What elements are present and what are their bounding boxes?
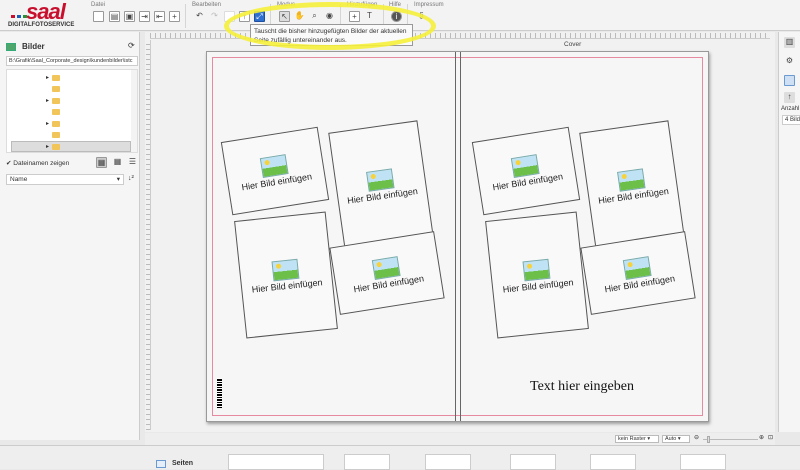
- zoom-out-icon[interactable]: ⊖: [694, 434, 699, 441]
- undo-icon[interactable]: ↶: [194, 11, 205, 22]
- tree-scrollbar[interactable]: [131, 70, 137, 152]
- image-placeholder-icon: [271, 258, 300, 281]
- selected-folder-row[interactable]: ▸: [11, 141, 131, 152]
- spine: [455, 52, 461, 421]
- group-datei: Datei: [91, 2, 106, 8]
- sort-value: Name: [10, 176, 28, 183]
- list-view-icon[interactable]: ☰: [127, 157, 138, 168]
- zoom-slider[interactable]: [703, 439, 758, 440]
- folder-icon[interactable]: [52, 132, 60, 138]
- image-placeholder[interactable]: Hier Bild einfügen: [328, 120, 434, 250]
- image-placeholder-icon: [259, 153, 289, 178]
- open-icon[interactable]: ▤: [109, 11, 120, 22]
- expand-arrow-icon[interactable]: ▸: [46, 143, 49, 150]
- zoom-fit-icon[interactable]: ⊡: [768, 434, 773, 441]
- image-placeholder-icon: [371, 255, 401, 280]
- image-placeholder[interactable]: Hier Bild einfügen: [220, 126, 330, 216]
- image-placeholder-icon: [522, 258, 551, 281]
- highlight-annotation: [224, 2, 436, 50]
- images-panel: Bilder ⟳ B:\Grafik\Saal_Corporate_design…: [0, 32, 140, 459]
- folder-icon[interactable]: [52, 75, 60, 81]
- show-filenames-checkbox[interactable]: ✔ Dateinamen zeigen: [6, 159, 69, 167]
- pages-icon: [156, 460, 166, 468]
- image-placeholder[interactable]: Hier Bild einfügen: [579, 120, 685, 250]
- zoom-in-icon[interactable]: ⊕: [759, 434, 764, 441]
- small-grid-view-icon[interactable]: ▦: [112, 157, 123, 168]
- right-page-label: Cover: [564, 41, 582, 48]
- large-grid-view-icon[interactable]: ▦: [96, 157, 107, 168]
- zoom-slider-handle[interactable]: [707, 436, 710, 443]
- new-icon[interactable]: [93, 11, 104, 22]
- image-placeholder-icon: [365, 167, 395, 192]
- image-placeholder[interactable]: Hier Bild einfügen: [471, 126, 581, 216]
- import-icon[interactable]: ⇥: [139, 11, 150, 22]
- sort-select[interactable]: Name ▾: [6, 174, 124, 185]
- zoom-value: Auto: [665, 436, 677, 442]
- group-bearbeiten: Bearbeiten: [192, 2, 222, 8]
- grid-select[interactable]: kein Raster ▾: [615, 435, 659, 443]
- export-icon[interactable]: ⇤: [154, 11, 165, 22]
- checkbox-label: Dateinamen zeigen: [13, 160, 70, 167]
- logo-dots: [11, 15, 27, 18]
- divider: [185, 4, 186, 28]
- zoom-select[interactable]: Auto ▾: [662, 435, 690, 443]
- image-icon: [6, 43, 16, 51]
- page-thumbnail[interactable]: [590, 454, 636, 470]
- vertical-ruler: [146, 40, 151, 430]
- pages-title: Seiten: [172, 460, 194, 467]
- arrange-icon[interactable]: ⚙: [784, 56, 795, 67]
- right-panel: ▥ ⚙ ↑ Anzahl 4 Bild: [778, 32, 800, 432]
- save-icon[interactable]: ▣: [124, 11, 135, 22]
- count-select[interactable]: 4 Bild: [782, 115, 800, 125]
- image-placeholder[interactable]: Hier Bild einfügen: [234, 211, 338, 339]
- upload-layout-icon[interactable]: ↑: [784, 92, 795, 103]
- folder-icon[interactable]: [52, 144, 60, 150]
- chevron-down-icon: ▾: [116, 176, 120, 183]
- expand-arrow-icon[interactable]: ▸: [46, 97, 49, 104]
- zoom-bar: kein Raster ▾ Auto ▾ ⊖ ⊕ ⊡: [145, 433, 775, 445]
- folder-icon[interactable]: [52, 109, 60, 115]
- page-thumbnail[interactable]: [344, 454, 390, 470]
- expand-arrow-icon[interactable]: ▸: [46, 120, 49, 127]
- page-thumbnail[interactable]: [510, 454, 556, 470]
- page-thumbnail[interactable]: [680, 454, 726, 470]
- saal-logo: saal DIGITALFOTOSERVICE: [8, 0, 78, 29]
- frame-icon[interactable]: [784, 75, 795, 86]
- layout-icon[interactable]: ▥: [784, 37, 795, 48]
- folder-icon[interactable]: [52, 121, 60, 127]
- pages-strip: Seiten: [0, 445, 800, 470]
- redo-icon[interactable]: ↷: [209, 11, 220, 22]
- image-placeholder[interactable]: Hier Bild einfügen: [485, 211, 589, 339]
- sort-direction-icon[interactable]: ↓²: [128, 175, 134, 182]
- folder-path: B:\Grafik\Saal_Corporate_design\kundenbi…: [6, 56, 138, 66]
- count-label: Anzahl: [781, 106, 800, 112]
- refresh-icon[interactable]: ⟳: [128, 41, 135, 50]
- folder-icon[interactable]: [52, 98, 60, 104]
- page-thumbnail[interactable]: [228, 454, 324, 470]
- text-placeholder[interactable]: Text hier eingeben: [530, 379, 634, 395]
- barcode: [217, 378, 222, 408]
- image-placeholder-icon: [616, 167, 646, 192]
- group-impressum: Impressum: [414, 2, 444, 8]
- panel-title: Bilder: [22, 42, 45, 51]
- folder-tree[interactable]: ▸ ▸ ▸ ▸: [6, 69, 138, 153]
- image-placeholder-icon: [510, 153, 540, 178]
- add-page-icon[interactable]: +: [169, 11, 180, 22]
- folder-icon[interactable]: [52, 86, 60, 92]
- page-spread[interactable]: Hier Bild einfügen Hier Bild einfügen Hi…: [206, 51, 709, 422]
- logo-brand: saal: [26, 0, 66, 24]
- image-placeholder-icon: [622, 255, 652, 280]
- grid-value: kein Raster: [618, 436, 646, 442]
- logo-tagline: DIGITALFOTOSERVICE: [8, 22, 75, 28]
- page-thumbnail[interactable]: [425, 454, 471, 470]
- expand-arrow-icon[interactable]: ▸: [46, 74, 49, 81]
